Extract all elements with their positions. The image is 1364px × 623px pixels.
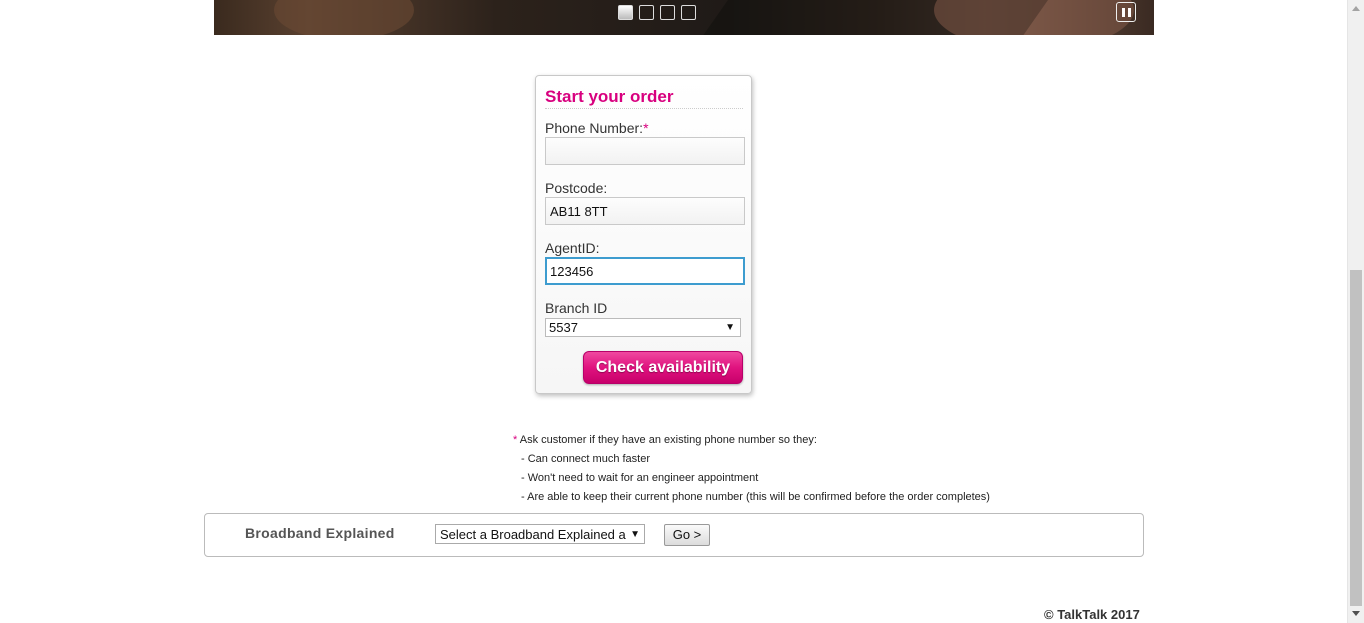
broadband-explained-select-value: Select a Broadband Explained a — [440, 527, 626, 542]
go-button[interactable]: Go > — [664, 524, 710, 546]
phone-number-notes: * Ask customer if they have an existing … — [513, 433, 990, 509]
postcode-input[interactable] — [545, 197, 745, 225]
phone-number-label: Phone Number:* — [545, 120, 649, 136]
banner-image-left — [274, 0, 414, 35]
scroll-down-icon[interactable] — [1352, 611, 1360, 616]
slide-dot-4[interactable] — [681, 5, 696, 20]
scroll-up-icon[interactable] — [1352, 6, 1360, 11]
broadband-explained-label: Broadband Explained — [245, 525, 395, 541]
note-item: - Are able to keep their current phone n… — [521, 491, 990, 503]
broadband-explained-select[interactable]: Select a Broadband Explained a ▼ — [435, 524, 645, 544]
vertical-scrollbar[interactable] — [1347, 0, 1364, 623]
copyright-text: © TalkTalk 2017 — [1044, 607, 1140, 622]
required-mark: * — [643, 120, 649, 136]
slide-indicators — [618, 5, 696, 20]
note-intro: Ask customer if they have an existing ph… — [517, 434, 817, 446]
branch-id-value: 5537 — [549, 320, 578, 335]
phone-number-input[interactable] — [545, 137, 745, 165]
order-title: Start your order — [545, 87, 743, 109]
branch-id-select[interactable]: 5537 ▼ — [545, 318, 741, 337]
agent-id-label: AgentID: — [545, 240, 600, 256]
broadband-explained-bar: Broadband Explained Select a Broadband E… — [204, 513, 1144, 557]
banner-image-right — [934, 0, 1134, 35]
slide-dot-3[interactable] — [660, 5, 675, 20]
slide-dot-1[interactable] — [618, 5, 633, 20]
branch-id-label: Branch ID — [545, 300, 608, 316]
scroll-thumb[interactable] — [1350, 270, 1362, 606]
pause-icon[interactable] — [1116, 2, 1136, 22]
slide-dot-2[interactable] — [639, 5, 654, 20]
note-item: - Can connect much faster — [521, 453, 651, 465]
start-order-panel: Start your order Phone Number:* Postcode… — [535, 75, 752, 394]
hero-banner — [214, 0, 1154, 35]
note-item: - Won't need to wait for an engineer app… — [521, 472, 759, 484]
check-availability-button[interactable]: Check availability — [583, 351, 743, 384]
dropdown-arrow-icon: ▼ — [628, 527, 640, 542]
dropdown-arrow-icon: ▼ — [725, 322, 735, 333]
postcode-label: Postcode: — [545, 180, 608, 196]
agent-id-input[interactable] — [545, 257, 745, 285]
